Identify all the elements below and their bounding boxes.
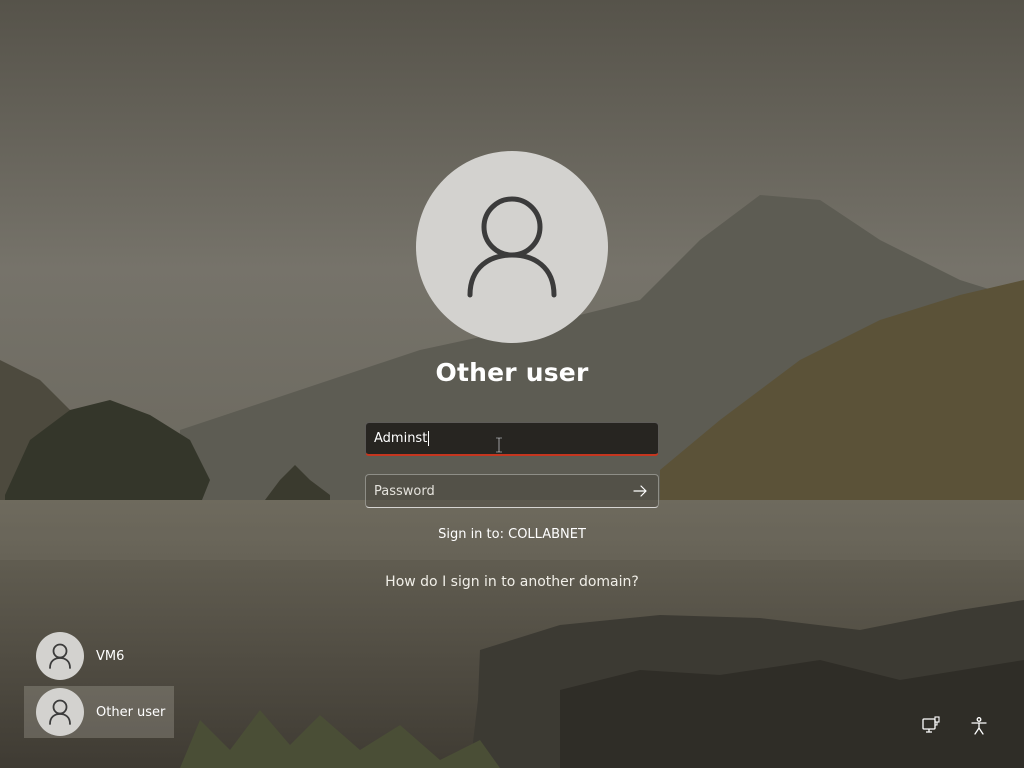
domain-help-link[interactable]: How do I sign in to another domain? xyxy=(312,574,712,590)
user-tile-vm6[interactable]: VM6 xyxy=(24,630,174,682)
user-name-title: Other user xyxy=(435,358,589,387)
avatar xyxy=(36,632,84,680)
password-field[interactable]: Password xyxy=(365,474,659,508)
text-cursor-icon xyxy=(496,437,502,453)
accessibility-icon[interactable] xyxy=(969,716,989,736)
user-avatar xyxy=(416,151,608,343)
username-value[interactable]: Adminst xyxy=(374,431,430,446)
user-icon xyxy=(49,699,71,725)
lock-screen: Other user Adminst Password Sign in to: … xyxy=(0,0,1024,768)
network-icon[interactable] xyxy=(921,716,941,736)
user-icon xyxy=(467,196,557,298)
avatar xyxy=(36,688,84,736)
sign-in-domain-text: Sign in to: COLLABNET xyxy=(438,527,586,542)
user-icon xyxy=(49,643,71,669)
user-tile-label: Other user xyxy=(96,704,166,720)
password-placeholder[interactable]: Password xyxy=(374,484,435,499)
text-caret xyxy=(428,431,430,446)
username-field[interactable]: Adminst xyxy=(365,422,659,456)
user-tile-label: VM6 xyxy=(96,648,125,664)
user-tile-other-user[interactable]: Other user xyxy=(24,686,174,738)
arrow-right-icon[interactable] xyxy=(632,483,648,499)
